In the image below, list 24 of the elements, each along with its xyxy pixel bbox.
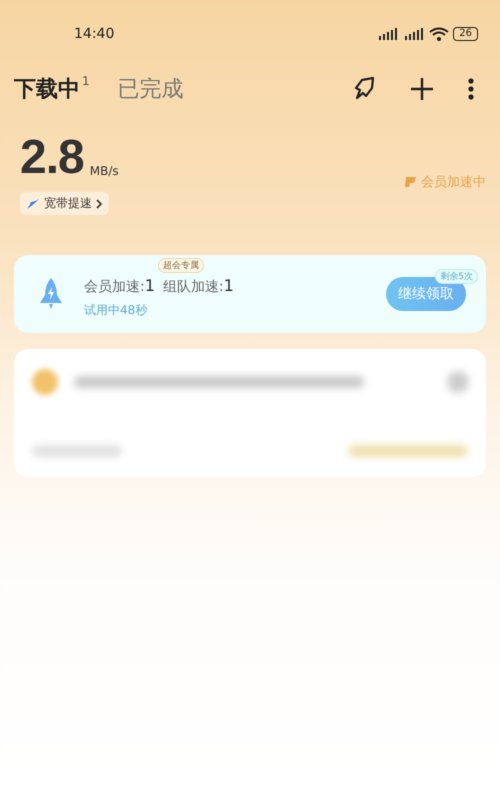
- wifi-icon: [429, 27, 450, 41]
- team-boost-label: 组队加速:1: [162, 276, 234, 296]
- speed-unit: MB/s: [90, 164, 119, 178]
- more-icon[interactable]: [468, 78, 474, 100]
- rocket-icon[interactable]: [352, 76, 376, 102]
- vip-icon: [404, 176, 418, 188]
- remaining-badge: 剩余5次: [435, 269, 478, 284]
- speed-value: 2.8: [20, 134, 84, 182]
- rocket-icon: [38, 277, 64, 311]
- member-boost-label: 会员加速:1: [84, 276, 155, 296]
- signal-icon: [377, 28, 400, 40]
- exclusive-tag: 超会专属: [158, 258, 204, 272]
- battery-indicator: 26: [453, 27, 478, 41]
- chevron-icon: [96, 198, 103, 208]
- blurred-file-icon: [32, 369, 58, 395]
- add-icon[interactable]: [410, 77, 434, 101]
- broadband-boost-button[interactable]: 宽带提速: [20, 192, 109, 215]
- blurred-action-icon: [448, 372, 468, 392]
- signal-icon: [403, 28, 426, 40]
- status-time: 14:40: [74, 26, 114, 42]
- vip-status: 会员加速中: [421, 174, 486, 191]
- tab[interactable]: 下载中$^{1}$: [14, 74, 90, 104]
- bird-icon: [26, 198, 40, 210]
- trial-text: 试用中48秒: [84, 302, 148, 318]
